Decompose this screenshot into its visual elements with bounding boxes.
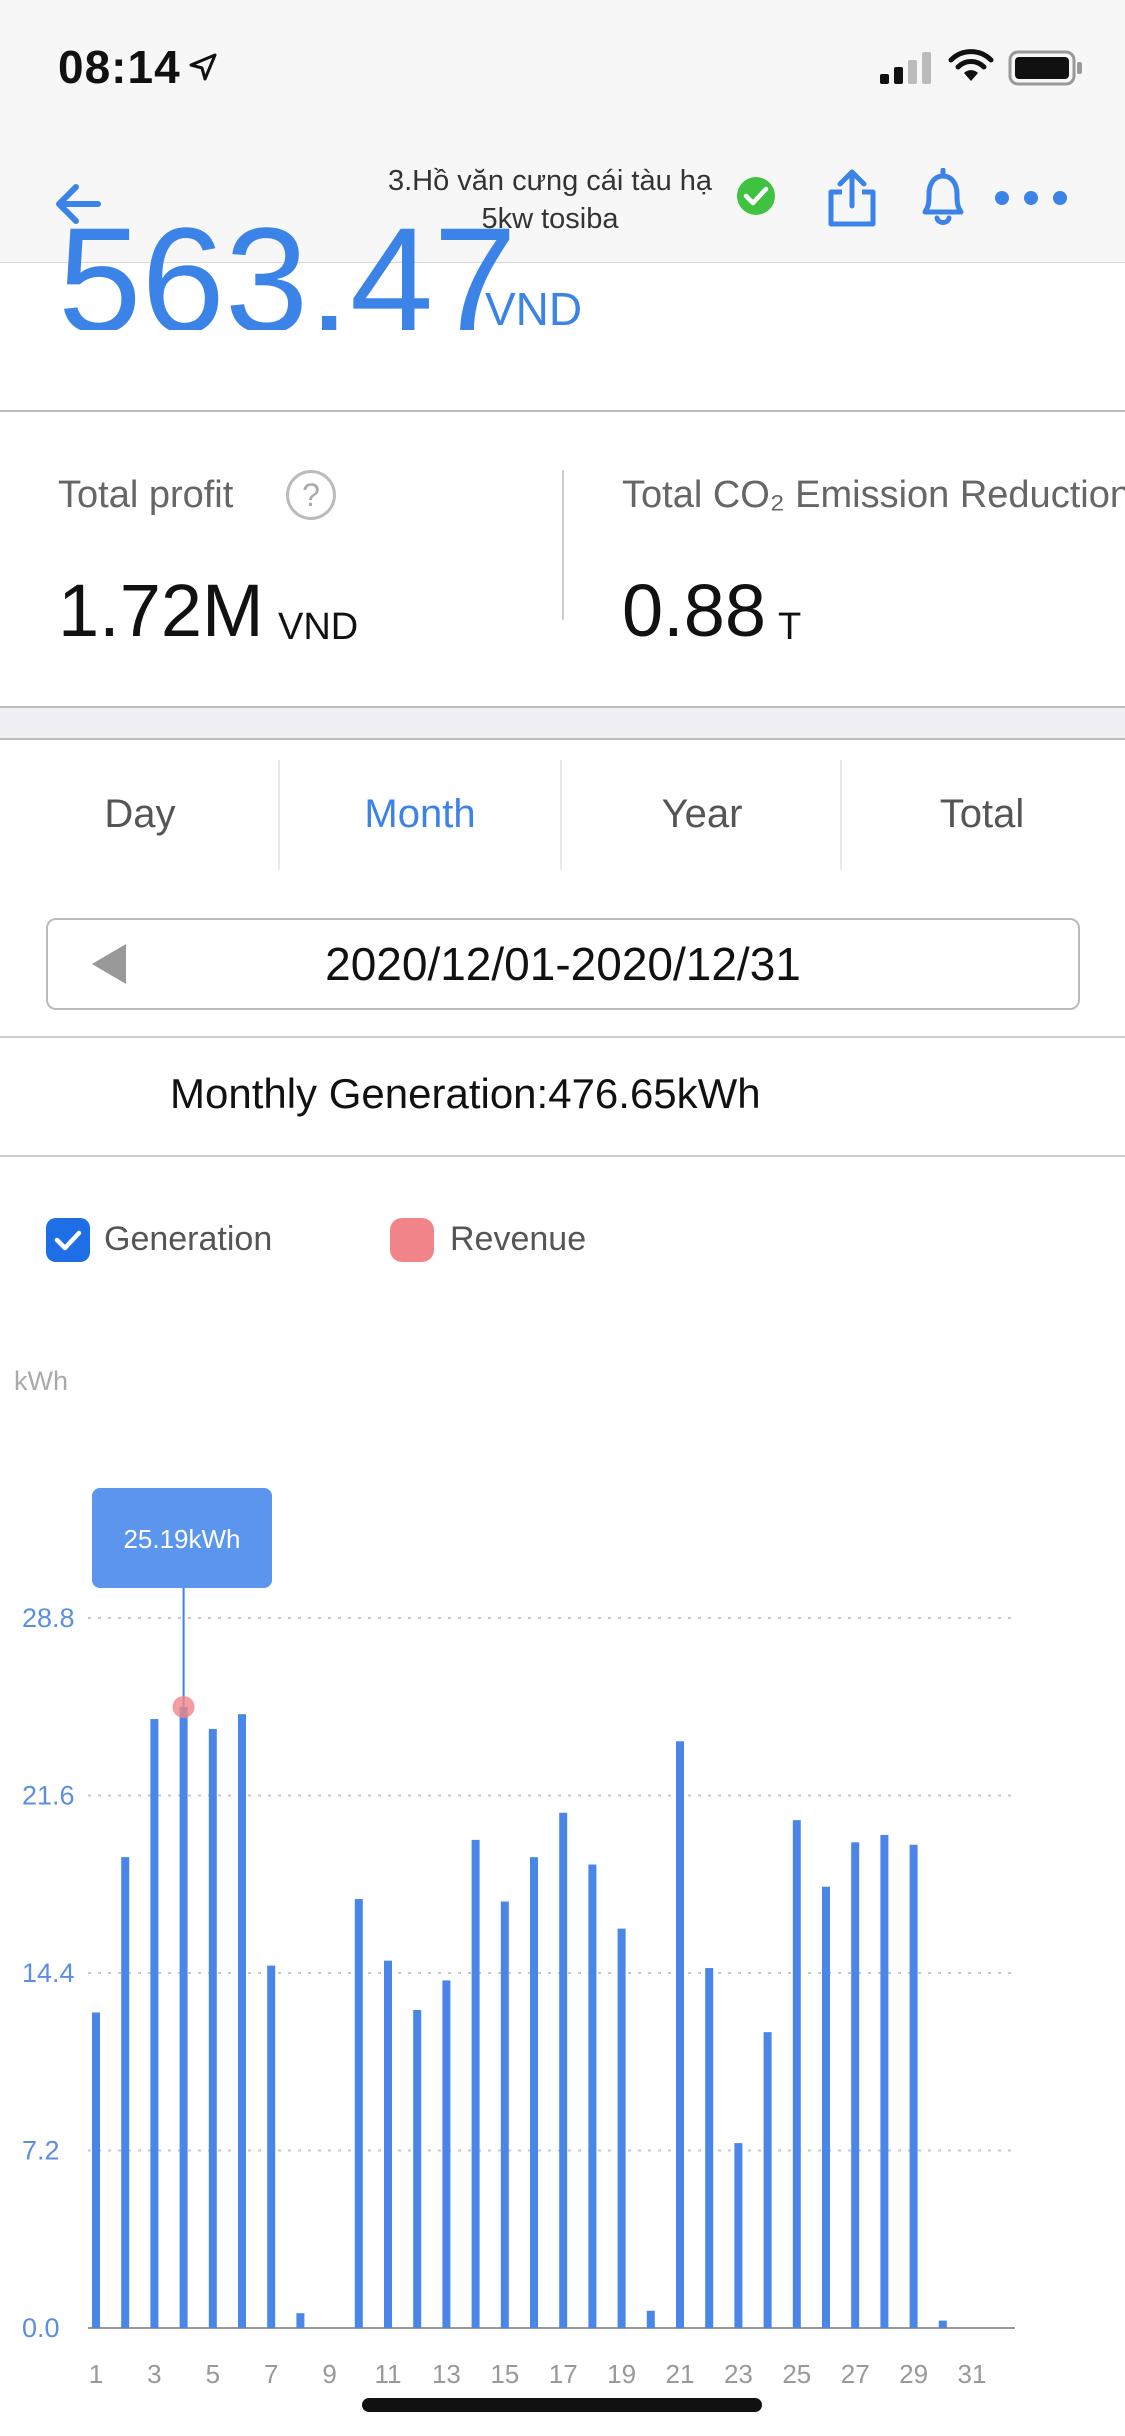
generation-bar — [938, 2320, 947, 2328]
generation-bar — [559, 1812, 568, 2328]
selected-point-marker — [172, 1695, 195, 1718]
generation-bar — [442, 1980, 451, 2328]
date-range-text: 2020/12/01-2020/12/31 — [325, 938, 801, 990]
stat-divider — [562, 470, 564, 620]
x-tick-label: 3 — [147, 2359, 161, 2389]
online-status-check-icon — [737, 177, 775, 215]
divider — [0, 1036, 1125, 1038]
x-tick-label: 29 — [899, 2359, 928, 2389]
y-tick-label: 28.8 — [22, 1603, 75, 1633]
x-tick-label: 13 — [432, 2359, 461, 2389]
x-tick-label: 27 — [841, 2359, 870, 2389]
total-profit-unit: VND — [278, 606, 359, 648]
divider — [0, 1155, 1125, 1157]
x-tick-label: 23 — [724, 2359, 753, 2389]
tab-total[interactable]: Total — [842, 740, 1122, 888]
y-axis-title: kWh — [14, 1366, 68, 1396]
generation-bar — [296, 2313, 305, 2328]
generation-bar — [208, 1728, 217, 2328]
co2-reduction-unit: T — [778, 606, 802, 648]
generation-bar — [179, 1706, 188, 2328]
help-icon[interactable]: ? — [286, 470, 336, 520]
generation-bar — [617, 1928, 626, 2328]
divider — [0, 410, 1125, 412]
y-tick-label: 14.4 — [22, 1958, 75, 1988]
generation-bar — [880, 1834, 889, 2328]
status-bar: 08:14 — [0, 0, 1125, 140]
tab-month[interactable]: Month — [280, 740, 560, 888]
co2-reduction-label: Total CO₂ Emission Reduction — [622, 474, 1125, 516]
revenue-toggle-icon[interactable] — [390, 1218, 434, 1262]
x-tick-label: 17 — [549, 2359, 578, 2389]
x-tick-label: 7 — [264, 2359, 278, 2389]
generation-bar — [851, 1842, 860, 2328]
generation-bar — [354, 1899, 363, 2328]
revenue-unit: VND — [485, 283, 583, 335]
generation-bar — [150, 1719, 159, 2328]
date-range-selector[interactable]: 2020/12/01-2020/12/31 — [46, 918, 1080, 1010]
tooltip-text: 25.19kWh — [123, 1524, 240, 1554]
more-options-icon[interactable] — [994, 190, 1068, 206]
generation-checkbox-icon[interactable] — [46, 1218, 90, 1262]
legend-revenue-label[interactable]: Revenue — [450, 1220, 586, 1259]
x-tick-label: 9 — [322, 2359, 336, 2389]
home-indicator — [362, 2398, 762, 2412]
x-tick-label: 21 — [666, 2359, 695, 2389]
generation-bar — [676, 1741, 684, 2328]
generation-bar — [646, 2310, 655, 2328]
cellular-signal-icon — [880, 52, 931, 84]
x-tick-label: 19 — [607, 2359, 636, 2389]
generation-bar — [734, 2143, 743, 2328]
status-time: 08:14 — [58, 41, 181, 93]
generation-bar — [267, 1965, 276, 2328]
x-tick-label: 25 — [782, 2359, 811, 2389]
battery-icon — [1008, 50, 1082, 86]
co2-reduction-value: 0.88 — [622, 569, 767, 652]
generation-bar — [909, 1844, 918, 2328]
generation-bar — [238, 1714, 246, 2328]
generation-bar — [500, 1901, 509, 2328]
generation-bar — [121, 1857, 130, 2328]
tab-day[interactable]: Day — [0, 740, 280, 888]
share-icon[interactable] — [826, 166, 878, 228]
notification-bell-icon[interactable] — [916, 168, 970, 228]
generation-bar-chart: kWh0.07.214.421.628.81 3 5 7 9 11 13 15 17 19 21 23… — [14, 1366, 1015, 2389]
monthly-generation: Monthly Generation:476.65kWh — [170, 1070, 761, 1117]
x-tick-label: 31 — [958, 2359, 987, 2389]
y-tick-label: 21.6 — [22, 1781, 75, 1811]
generation-bar — [822, 1886, 830, 2328]
generation-bar — [92, 2012, 100, 2328]
wifi-icon — [948, 49, 994, 81]
generation-bar — [588, 1864, 597, 2328]
generation-bar — [413, 2009, 422, 2328]
generation-bar — [763, 2032, 772, 2328]
generation-bar — [384, 1960, 392, 2328]
location-arrow-icon — [189, 53, 217, 81]
total-profit-value: 1.72M — [58, 569, 264, 652]
x-tick-label: 11 — [375, 2359, 402, 2389]
y-tick-label: 7.2 — [22, 2136, 60, 2166]
generation-bar — [792, 1820, 801, 2328]
section-separator — [0, 706, 1125, 740]
total-profit-label: Total profit — [58, 474, 234, 516]
revenue-value: 563.47 — [58, 200, 517, 330]
x-tick-label: 1 — [89, 2359, 103, 2389]
tab-year[interactable]: Year — [562, 740, 842, 888]
x-tick-label: 5 — [206, 2359, 220, 2389]
generation-bar — [471, 1839, 480, 2328]
generation-bar — [530, 1857, 538, 2328]
y-tick-label: 0.0 — [22, 2313, 60, 2343]
legend-generation-label[interactable]: Generation — [104, 1220, 272, 1259]
x-tick-label: 15 — [490, 2359, 519, 2389]
generation-bar — [705, 1968, 714, 2328]
previous-period-icon[interactable] — [88, 942, 128, 986]
